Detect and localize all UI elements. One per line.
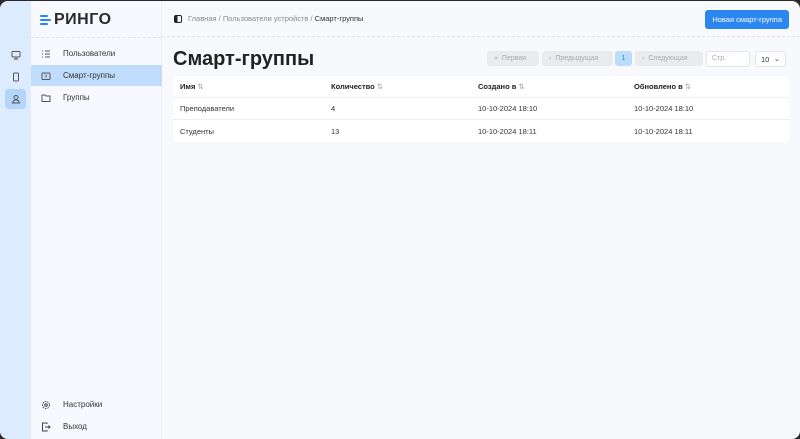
sidebar-item-users[interactable]: Пользователи [31,43,162,64]
gear-icon [41,400,51,410]
breadcrumb-device-users[interactable]: Пользователи устройств [223,14,309,23]
chevron-down-icon: ⌄ [774,54,780,63]
sidebar-item-label: Выход [63,422,87,431]
icon-rail [0,1,31,439]
app-window: РИНГО Пользователи Смарт-группы Группы Н… [0,1,800,439]
logout-icon [41,422,51,432]
page-title: Смарт-группы [173,48,314,71]
first-page-button[interactable]: « Первая [487,51,539,66]
page-size-value: 10 [761,55,769,64]
smart-groups-table: Имя⇅ Количество⇅ Создано в⇅ Обновлено в⇅… [173,76,789,142]
cell-name: Студенты [173,127,324,136]
chevron-left-icon: ‹ [549,55,551,62]
cell-updated: 10-10-2024 18:10 [627,104,789,113]
sidebar-item-label: Группы [63,93,90,102]
tablet-icon[interactable] [5,67,26,87]
column-updated[interactable]: Обновлено в⇅ [627,82,789,91]
table-header: Имя⇅ Количество⇅ Создано в⇅ Обновлено в⇅ [173,76,789,98]
breadcrumb-home[interactable]: Главная [188,14,217,23]
prev-page-button[interactable]: ‹ Предыдущая [542,51,613,66]
table-row[interactable]: Преподаватели 4 10-10-2024 18:10 10-10-2… [173,98,789,120]
next-page-button[interactable]: › Следующая [635,51,703,66]
first-label: Первая [502,55,526,62]
page-number-input[interactable]: Стр. [706,51,750,67]
next-label: Следующая [648,55,687,62]
folder-icon [41,93,51,103]
prev-label: Предыдущая [555,55,598,62]
sidebar-item-smart-groups[interactable]: Смарт-группы [31,65,162,86]
cell-created: 10-10-2024 18:10 [471,104,627,113]
cell-created: 10-10-2024 18:11 [471,127,627,136]
chevron-right-icon: › [642,55,644,62]
sidebar-toggle-icon[interactable] [174,15,182,23]
double-chevron-left-icon: « [494,55,498,62]
cell-name: Преподаватели [173,104,324,113]
header: Главная / Пользователи устройств / Смарт… [162,1,800,37]
logo[interactable]: РИНГО [40,11,112,29]
column-created[interactable]: Создано в⇅ [471,82,627,91]
sort-icon: ⇅ [377,82,383,91]
sidebar-item-label: Пользователи [63,49,115,58]
column-count[interactable]: Количество⇅ [324,82,471,91]
new-smart-group-button[interactable]: Новая смарт-группа [705,10,789,29]
logo-mark-icon [40,15,51,25]
sort-icon: ⇅ [685,82,691,91]
list-icon [41,49,51,59]
sidebar: РИНГО Пользователи Смарт-группы Группы Н… [31,1,162,439]
sidebar-item-groups[interactable]: Группы [31,87,162,108]
user-icon[interactable] [5,89,26,109]
smart-folder-icon [41,71,51,81]
monitor-icon[interactable] [5,45,26,65]
sort-icon: ⇅ [518,82,524,91]
column-name[interactable]: Имя⇅ [173,82,324,91]
brand-name: РИНГО [54,11,112,29]
sort-icon: ⇅ [197,82,203,91]
table-row[interactable]: Студенты 13 10-10-2024 18:11 10-10-2024 … [173,120,789,142]
sidebar-item-logout[interactable]: Выход [31,416,162,437]
cell-count: 13 [324,127,471,136]
sidebar-item-label: Смарт-группы [63,71,115,80]
page-1-button[interactable]: 1 [615,51,632,66]
sidebar-item-settings[interactable]: Настройки [31,394,162,415]
breadcrumb-current: Смарт-группы [315,14,364,23]
cell-updated: 10-10-2024 18:11 [627,127,789,136]
cell-count: 4 [324,104,471,113]
page-size-select[interactable]: 10 ⌄ [755,51,786,67]
sidebar-item-label: Настройки [63,400,102,409]
